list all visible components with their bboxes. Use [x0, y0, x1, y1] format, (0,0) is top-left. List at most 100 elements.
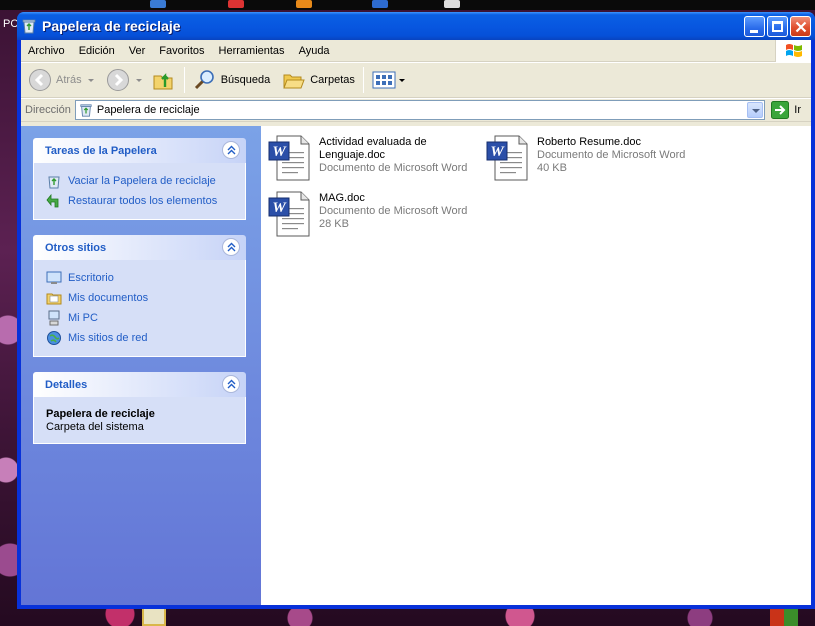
details-name: Papelera de reciclaje: [46, 408, 155, 420]
file-item[interactable]: W Actividad evaluada de Lenguaje.doc Doc…: [267, 134, 477, 182]
close-icon: [795, 21, 807, 32]
restore-all-link[interactable]: Restaurar todos los elementos: [46, 191, 245, 211]
up-folder-icon: [153, 73, 173, 90]
word-document-icon: W: [268, 135, 310, 181]
collapse-button[interactable]: [222, 375, 240, 393]
file-meta: MAG.doc Documento de Microsoft Word 28 K…: [319, 192, 467, 238]
file-item[interactable]: W MAG.doc Documento de Microsoft Word 28…: [267, 190, 477, 238]
desktop-bottom-icon[interactable]: [142, 606, 166, 626]
minimize-icon: [750, 29, 758, 33]
my-documents-label: Mis documentos: [68, 292, 149, 304]
address-label: Dirección: [25, 104, 71, 116]
svg-text:W: W: [272, 200, 287, 216]
windows-flag-icon: [786, 44, 802, 57]
recycle-tasks-header[interactable]: Tareas de la Papelera: [33, 138, 246, 163]
menu-bar: Archivo Edición Ver Favoritos Herramient…: [21, 40, 811, 62]
my-documents-icon: [46, 293, 62, 305]
views-icon: [372, 71, 396, 89]
maximize-button[interactable]: [767, 15, 788, 37]
chevron-up-icon: [227, 379, 236, 389]
file-name: Actividad evaluada de: [319, 136, 427, 148]
address-value: Papelera de reciclaje: [96, 104, 200, 116]
file-type: Documento de Microsoft Word: [537, 149, 686, 161]
search-button[interactable]: Búsqueda: [190, 65, 274, 95]
desktop-icon-stub[interactable]: [150, 0, 166, 8]
search-icon: [194, 70, 214, 90]
file-type: Documento de Microsoft Word: [319, 205, 468, 217]
folders-button[interactable]: Carpetas: [279, 65, 358, 95]
window-title: Papelera de reciclaje: [42, 18, 181, 34]
svg-text:W: W: [490, 144, 505, 160]
recycle-tasks-body: Vaciar la Papelera de reciclaje Restaura…: [33, 163, 246, 220]
up-folder-button[interactable]: [149, 65, 179, 95]
task-pane: Tareas de la Papelera Vaciar la Papelera…: [21, 126, 261, 605]
file-item[interactable]: W Roberto Resume.doc Documento de Micros…: [485, 134, 695, 182]
forward-dropdown-icon[interactable]: [135, 78, 142, 82]
other-places-header[interactable]: Otros sitios: [33, 235, 246, 260]
collapse-button[interactable]: [222, 141, 240, 159]
address-input[interactable]: Papelera de reciclaje: [74, 100, 766, 120]
desktop-icon-stub[interactable]: [296, 0, 312, 8]
forward-button[interactable]: [103, 65, 145, 95]
my-computer-icon: [48, 310, 60, 326]
collapse-button[interactable]: [222, 238, 240, 256]
recycle-bin-icon: [80, 104, 92, 117]
views-dropdown-icon[interactable]: [398, 78, 405, 82]
empty-recycle-bin-link[interactable]: Vaciar la Papelera de reciclaje: [46, 171, 245, 191]
window-client: Archivo Edición Ver Favoritos Herramient…: [21, 40, 811, 605]
back-dropdown-icon[interactable]: [87, 78, 94, 82]
menu-ayuda[interactable]: Ayuda: [292, 40, 337, 62]
standard-toolbar: Atrás Búsqueda Carpetas: [21, 62, 811, 98]
chevron-up-icon: [227, 145, 236, 155]
file-size: 28 KB: [319, 218, 349, 230]
my-network-link[interactable]: Mis sitios de red: [46, 328, 245, 348]
file-meta: Actividad evaluada de Lenguaje.doc Docum…: [319, 136, 467, 182]
desktop-icon-stub[interactable]: [444, 0, 460, 8]
my-computer-link[interactable]: Mi PC: [46, 308, 245, 328]
windows-logo: [775, 40, 811, 62]
details-panel: Detalles Papelera de reciclaje Carpeta d…: [33, 372, 246, 444]
details-header[interactable]: Detalles: [33, 372, 246, 397]
address-bar: Dirección Papelera de reciclaje Ir: [21, 98, 811, 122]
close-button[interactable]: [790, 15, 811, 37]
network-places-icon: [47, 331, 61, 345]
my-computer-label: Mi PC: [68, 312, 98, 324]
address-dropdown-button[interactable]: [747, 102, 764, 118]
desktop-link-label: Escritorio: [68, 272, 114, 284]
desktop-icon-label[interactable]: PC: [3, 18, 18, 30]
back-label: Atrás: [56, 74, 82, 86]
minimize-button[interactable]: [744, 15, 765, 37]
explorer-window: Papelera de reciclaje Archivo Edición Ve…: [17, 12, 815, 609]
svg-text:W: W: [272, 144, 287, 160]
views-button[interactable]: [369, 65, 408, 95]
forward-arrow-icon: [106, 69, 129, 91]
chevron-up-icon: [227, 242, 236, 252]
go-arrow-icon: [771, 101, 790, 119]
menu-favoritos[interactable]: Favoritos: [152, 40, 211, 62]
back-button[interactable]: Atrás: [25, 65, 97, 95]
word-document-icon: W: [268, 191, 310, 237]
desktop-icon-stub[interactable]: [228, 0, 244, 8]
recycle-tasks-panel: Tareas de la Papelera Vaciar la Papelera…: [33, 138, 246, 220]
my-documents-link[interactable]: Mis documentos: [46, 288, 245, 308]
menu-archivo[interactable]: Archivo: [21, 40, 72, 62]
maximize-icon: [772, 20, 783, 32]
title-bar[interactable]: Papelera de reciclaje: [17, 12, 815, 40]
menu-herramientas[interactable]: Herramientas: [212, 40, 292, 62]
menu-edicion[interactable]: Edición: [72, 40, 122, 62]
go-button[interactable]: Ir: [771, 101, 801, 119]
folders-label: Carpetas: [310, 74, 355, 86]
details-title: Detalles: [45, 378, 88, 391]
desktop-top-strip: [0, 0, 815, 10]
menu-ver[interactable]: Ver: [122, 40, 153, 62]
desktop-link[interactable]: Escritorio: [46, 268, 245, 288]
file-type: Documento de Microsoft Word: [319, 162, 468, 174]
file-name-continued: Lenguaje.doc: [319, 149, 386, 161]
file-name: MAG.doc: [319, 192, 365, 204]
details-body: Papelera de reciclaje Carpeta del sistem…: [33, 397, 246, 444]
other-places-body: Escritorio Mis documentos Mi PC Mis siti…: [33, 260, 246, 357]
file-name: Roberto Resume.doc: [537, 136, 641, 148]
restore-all-label: Restaurar todos los elementos: [68, 195, 218, 207]
desktop-icon-stub[interactable]: [372, 0, 388, 8]
my-network-label: Mis sitios de red: [68, 332, 148, 344]
